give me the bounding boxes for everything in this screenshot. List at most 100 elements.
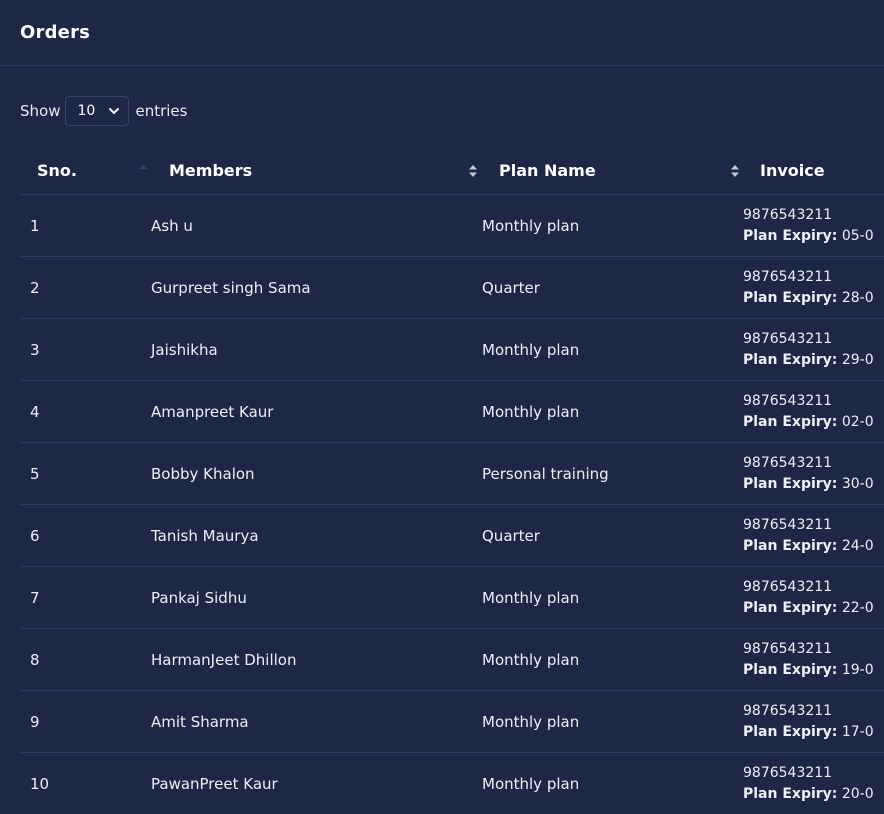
plan-expiry-label: Plan Expiry:: [743, 289, 838, 306]
invoice-phone: 9876543211: [743, 392, 833, 409]
plan-expiry: Plan Expiry: 19-0: [743, 659, 884, 681]
cell-member: PawanPreet Kaur: [151, 774, 278, 793]
chevron-down-icon: [109, 108, 120, 114]
cell-invoice: 9876543211 Plan Expiry: 28-0: [743, 256, 884, 319]
cell-plan-name: Monthly plan: [482, 318, 743, 381]
column-header-invoice[interactable]: Invoice: [743, 146, 884, 195]
cell-invoice: 9876543211 Plan Expiry: 22-0: [743, 566, 884, 629]
table-row: 6 Tanish Maurya Quarter 9876543211 Plan Expi…: [20, 504, 884, 567]
cell-member: Ash u: [151, 194, 482, 257]
plan-expiry-date: 29-0: [841, 351, 874, 368]
cell-plan-name: Monthly plan: [482, 380, 743, 443]
sort-updown-icon: [731, 165, 739, 177]
cell-invoice: 9876543211 Plan Expiry: 30-0: [743, 442, 884, 505]
cell-sno: 3: [20, 318, 151, 381]
table-row: 4 Amanpreet Kaur Monthly plan 9876543211 Pla…: [20, 380, 884, 443]
plan-expiry: Plan Expiry: 29-0: [743, 349, 884, 371]
plan-expiry-date: 20-0: [841, 785, 874, 802]
invoice-phone: 9876543211: [743, 330, 833, 347]
plan-expiry-label: Plan Expiry:: [743, 351, 838, 368]
cell-plan-name: Monthly plan: [482, 566, 743, 629]
invoice-phone: 9876543211: [743, 702, 833, 719]
plan-expiry-date: 17-0: [841, 723, 874, 740]
cell-member: Tanish Maurya: [151, 504, 482, 567]
plan-expiry-date: 22-0: [841, 599, 874, 616]
plan-expiry: Plan Expiry: 22-0: [743, 597, 884, 619]
plan-expiry-label: Plan Expiry:: [743, 475, 838, 492]
table-row: 2 Gurpreet singh Sama Quarter 9876543211 Pla…: [20, 256, 884, 319]
plan-expiry-date: 24-0: [841, 537, 874, 554]
cell-plan-name: Monthly plan: [482, 690, 743, 753]
plan-expiry-date: 05-0: [841, 227, 874, 244]
entries-select[interactable]: 10: [65, 96, 130, 126]
plan-expiry-label: Plan Expiry:: [743, 413, 838, 430]
column-header-sno[interactable]: Sno.: [20, 146, 151, 195]
table-row: 8 HarmanJeet Dhillon Monthly plan 987654321…: [20, 628, 884, 691]
cell-member: Jaishikha: [151, 318, 482, 381]
plan-expiry: Plan Expiry: 20-0: [743, 783, 884, 805]
cell-sno: 1: [20, 194, 151, 257]
cell-member: HarmanJeet Dhillon: [151, 628, 482, 691]
plan-expiry-label: Plan Expiry:: [743, 537, 838, 554]
card-header: Orders: [0, 0, 884, 66]
plan-expiry: Plan Expiry: 05-0: [743, 225, 884, 247]
cell-invoice: 9876543211 Plan Expiry: 05-0: [743, 194, 884, 257]
table-body: 1 Ash u Monthly plan 9876543211 Plan Expiry:…: [20, 194, 884, 814]
cell-invoice: 9876543211 Plan Expiry: 17-0: [743, 690, 884, 753]
cell-member: Pankaj Sidhu: [151, 566, 482, 629]
table-header-row: Sno. Members Plan Name Invoice: [20, 146, 884, 195]
plan-expiry-date: 02-0: [841, 413, 874, 430]
plan-expiry-label: Plan Expiry:: [743, 723, 838, 740]
invoice-phone: 9876543211: [743, 764, 833, 781]
page-title: Orders: [20, 22, 91, 43]
cell-sno: 10: [30, 774, 50, 793]
table-row: 5 Bobby Khalon Personal training 9876543211…: [20, 442, 884, 505]
cell-plan-name: Monthly plan: [482, 774, 580, 793]
plan-expiry: Plan Expiry: 30-0: [743, 473, 884, 495]
orders-table: Sno. Members Plan Name Invoice 1 Ash u M…: [20, 146, 884, 814]
plan-expiry: Plan Expiry: 02-0: [743, 411, 884, 433]
column-header-label: Members: [169, 161, 253, 180]
column-header-plan-name[interactable]: Plan Name: [482, 146, 743, 195]
cell-member: Amanpreet Kaur: [151, 380, 482, 443]
cell-sno: 6: [20, 504, 151, 567]
entries-select-value: 10: [77, 103, 96, 119]
cell-plan-name: Monthly plan: [482, 194, 743, 257]
entries-length-control: Show 10 entries: [20, 95, 187, 127]
column-header-label: Plan Name: [499, 161, 596, 180]
cell-sno: 4: [20, 380, 151, 443]
plan-expiry-label: Plan Expiry:: [743, 661, 838, 678]
cell-invoice: 9876543211 Plan Expiry: 29-0: [743, 318, 884, 381]
sort-updown-icon: [469, 165, 477, 177]
invoice-phone: 9876543211: [743, 640, 833, 657]
cell-plan-name: Quarter: [482, 504, 743, 567]
cell-plan-name: Monthly plan: [482, 628, 743, 691]
table-row: 7 Pankaj Sidhu Monthly plan 9876543211 Plan …: [20, 566, 884, 629]
plan-expiry-label: Plan Expiry:: [743, 785, 838, 802]
plan-expiry-date: 28-0: [841, 289, 874, 306]
plan-expiry-label: Plan Expiry:: [743, 599, 838, 616]
plan-expiry-label: Plan Expiry:: [743, 227, 838, 244]
cell-invoice: 9876543211 Plan Expiry: 24-0: [743, 504, 884, 567]
invoice-phone: 9876543211: [743, 268, 833, 285]
cell-sno: 9: [20, 690, 151, 753]
plan-expiry-date: 19-0: [841, 661, 874, 678]
cell-plan-name: Quarter: [482, 256, 743, 319]
cell-member: Bobby Khalon: [151, 442, 482, 505]
invoice-phone: 9876543211: [743, 516, 833, 533]
cell-invoice: 9876543211 Plan Expiry: 19-0: [743, 628, 884, 691]
table-row: 3 Jaishikha Monthly plan 9876543211 Plan Exp…: [20, 318, 884, 381]
cell-invoice: 9876543211 Plan Expiry: 20-0: [743, 753, 884, 814]
cell-member: Amit Sharma: [151, 690, 482, 753]
cell-sno: 8: [20, 628, 151, 691]
column-header-members[interactable]: Members: [151, 146, 482, 195]
table-row: 9 Amit Sharma Monthly plan 9876543211 Plan E…: [20, 690, 884, 753]
invoice-phone: 9876543211: [743, 206, 833, 223]
plan-expiry-date: 30-0: [841, 475, 874, 492]
table-row: 1 Ash u Monthly plan 9876543211 Plan Expiry:…: [20, 194, 884, 257]
cell-sno: 2: [20, 256, 151, 319]
sort-asc-icon: [139, 165, 147, 169]
invoice-phone: 9876543211: [743, 578, 833, 595]
cell-sno: 5: [20, 442, 151, 505]
cell-sno: 7: [20, 566, 151, 629]
